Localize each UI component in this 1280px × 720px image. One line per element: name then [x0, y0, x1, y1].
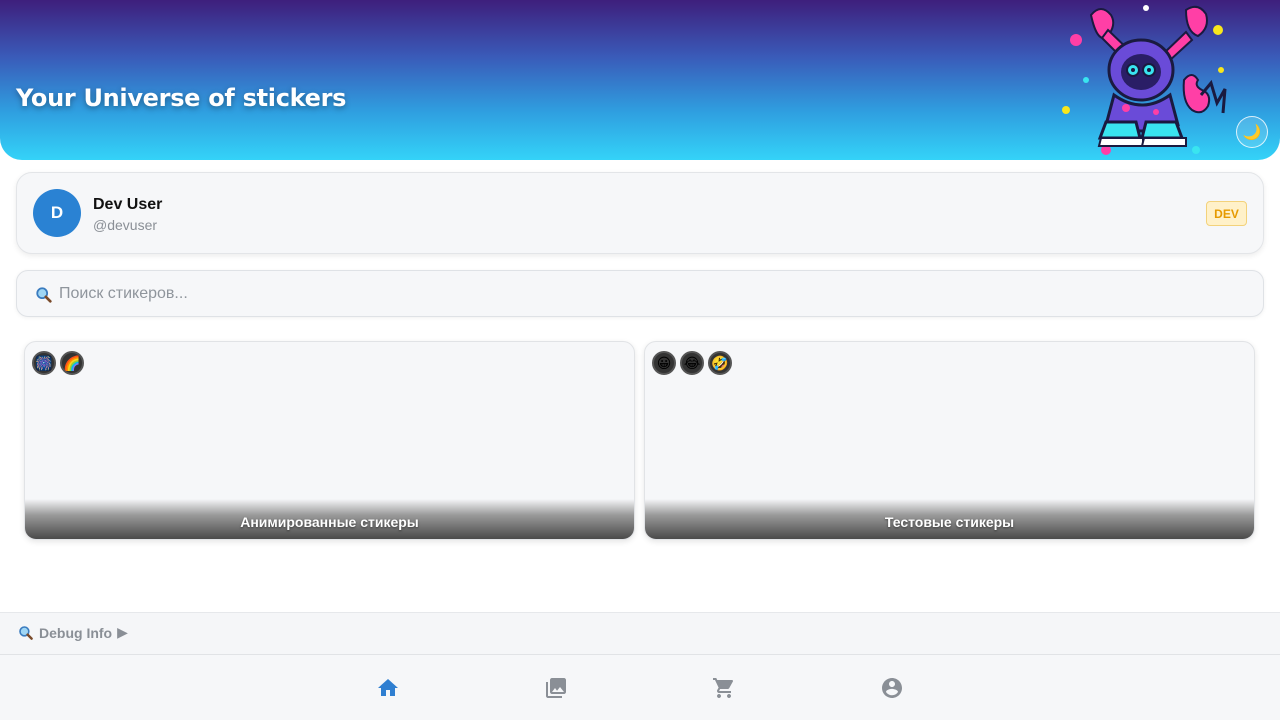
search-input[interactable]	[59, 271, 1249, 316]
sticker-preview: 🤣	[708, 351, 732, 375]
mascot-illustration	[1062, 5, 1227, 155]
sticker-preview: 🌈	[60, 351, 84, 375]
sticker-preview: 😂	[680, 351, 704, 375]
sticker-preview: 🎆	[32, 351, 56, 375]
search-box	[16, 270, 1264, 317]
debug-toggle[interactable]: Debug Info ▶	[18, 624, 128, 641]
theme-toggle-button[interactable]: 🌙	[1236, 116, 1268, 148]
cart-icon	[713, 678, 734, 698]
user-name: Dev User	[93, 196, 163, 213]
debug-panel: Debug Info ▶	[0, 612, 1280, 654]
pack-title: Анимированные стикеры	[240, 514, 419, 530]
nav-gallery[interactable]	[543, 675, 569, 701]
sticker-pack-card[interactable]: 😀 😂 🤣 Тестовые стикеры	[644, 341, 1255, 540]
nav-home[interactable]	[375, 675, 401, 701]
nav-profile[interactable]	[879, 675, 905, 701]
sticker-preview: 😀	[652, 351, 676, 375]
debug-label: Debug Info	[39, 624, 113, 641]
expand-arrow-icon: ▶	[117, 624, 128, 640]
header-banner: Your Universe of stickers 🌙	[0, 0, 1280, 160]
moon-icon: 🌙	[1242, 124, 1262, 141]
pack-title: Тестовые стикеры	[884, 514, 1015, 530]
home-icon	[378, 679, 398, 696]
search-icon	[19, 625, 33, 640]
sticker-pack-card[interactable]: 🎆 🌈 Анимированные стикеры	[24, 341, 635, 540]
account-icon	[882, 678, 902, 698]
image-icon	[546, 678, 566, 698]
pack-footer: Тестовые стикеры	[645, 499, 1254, 539]
dev-badge: DEV	[1206, 201, 1247, 226]
search-icon	[36, 287, 52, 303]
pack-footer: Анимированные стикеры	[25, 499, 634, 539]
avatar: D	[33, 189, 81, 237]
user-handle: @devuser	[93, 217, 158, 233]
page-title: Your Universe of stickers	[16, 84, 347, 112]
nav-cart[interactable]	[711, 675, 737, 701]
profile-card: D Dev User @devuser DEV	[16, 172, 1264, 254]
bottom-nav	[0, 654, 1280, 720]
